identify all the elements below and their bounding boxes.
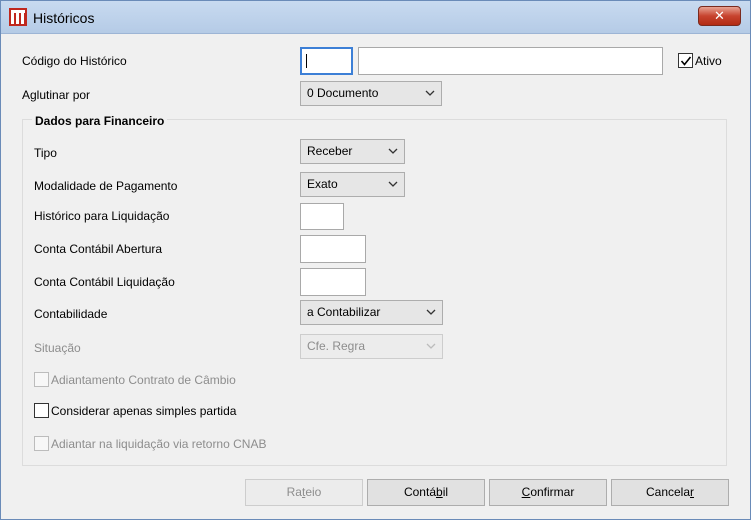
rateio-label-pre: Ra	[286, 485, 302, 499]
contabil-label-mnemonic: b	[436, 485, 443, 499]
contabilidade-label: Contabilidade	[34, 307, 108, 321]
aglutinar-select[interactable]: 0 Documento	[300, 81, 442, 106]
modalidade-select[interactable]: Exato	[300, 172, 405, 197]
contabilidade-value: a Contabilizar	[307, 305, 381, 319]
aglutinar-value: 0 Documento	[307, 86, 379, 100]
conta-liquidacao-label: Conta Contábil Liquidação	[34, 275, 175, 289]
chevron-down-icon	[388, 148, 398, 154]
conta-abertura-input[interactable]	[300, 235, 366, 263]
descricao-input[interactable]	[358, 47, 663, 75]
chevron-down-icon	[426, 309, 436, 315]
adiantar-cnab-checkbox[interactable]	[34, 436, 49, 451]
tipo-label: Tipo	[34, 146, 57, 160]
rateio-label-post: eio	[305, 485, 322, 499]
codigo-input[interactable]	[300, 47, 353, 75]
modalidade-label: Modalidade de Pagamento	[34, 179, 178, 193]
ativo-checkbox[interactable]	[678, 53, 693, 68]
window-title: Históricos	[33, 10, 95, 26]
historico-liquidacao-input[interactable]	[300, 203, 344, 230]
situacao-value: Cfe. Regra	[307, 339, 366, 353]
app-logo-icon	[9, 8, 27, 26]
text-caret	[306, 54, 307, 68]
adiantar-cnab-label: Adiantar na liquidação via retorno CNAB	[51, 437, 267, 451]
contabilidade-select[interactable]: a Contabilizar	[300, 300, 443, 325]
cancelar-label-pre: Cancela	[645, 485, 691, 499]
aglutinar-label: Aglutinar por	[22, 88, 91, 102]
simples-partida-checkbox[interactable]	[34, 403, 49, 418]
rateio-button[interactable]: Rateio	[245, 479, 363, 506]
chevron-down-icon	[388, 181, 398, 187]
contabil-label-pre: Contá	[403, 485, 436, 499]
checkmark-icon	[680, 56, 692, 66]
chevron-down-icon	[426, 343, 436, 349]
historicos-dialog: Históricos ✕ Código do Histórico Ativo A…	[0, 0, 751, 520]
close-button[interactable]: ✕	[698, 6, 741, 26]
adiantamento-cambio-label: Adiantamento Contrato de Câmbio	[51, 373, 236, 387]
close-icon: ✕	[714, 8, 725, 24]
contabil-label-post: il	[442, 485, 449, 499]
conta-liquidacao-input[interactable]	[300, 268, 366, 296]
conta-abertura-label: Conta Contábil Abertura	[34, 242, 163, 256]
tipo-select[interactable]: Receber	[300, 139, 405, 164]
historico-liquidacao-label: Histórico para Liquidação	[34, 209, 170, 223]
financeiro-group-title: Dados para Financeiro	[32, 114, 168, 128]
situacao-label: Situação	[34, 341, 81, 355]
contabil-button[interactable]: Contábil	[367, 479, 485, 506]
codigo-label: Código do Histórico	[22, 54, 127, 68]
cancelar-button[interactable]: Cancelar	[611, 479, 729, 506]
cancelar-label-mnemonic: r	[690, 485, 695, 499]
adiantamento-cambio-checkbox[interactable]	[34, 372, 49, 387]
confirmar-label-post: onfirmar	[530, 485, 575, 499]
situacao-select[interactable]: Cfe. Regra	[300, 334, 443, 359]
tipo-value: Receber	[307, 144, 353, 158]
ativo-label: Ativo	[695, 54, 722, 68]
modalidade-value: Exato	[307, 177, 338, 191]
simples-partida-label: Considerar apenas simples partida	[51, 404, 237, 418]
chevron-down-icon	[425, 90, 435, 96]
confirmar-button[interactable]: Confirmar	[489, 479, 607, 506]
title-bar[interactable]: Históricos ✕	[1, 1, 750, 34]
